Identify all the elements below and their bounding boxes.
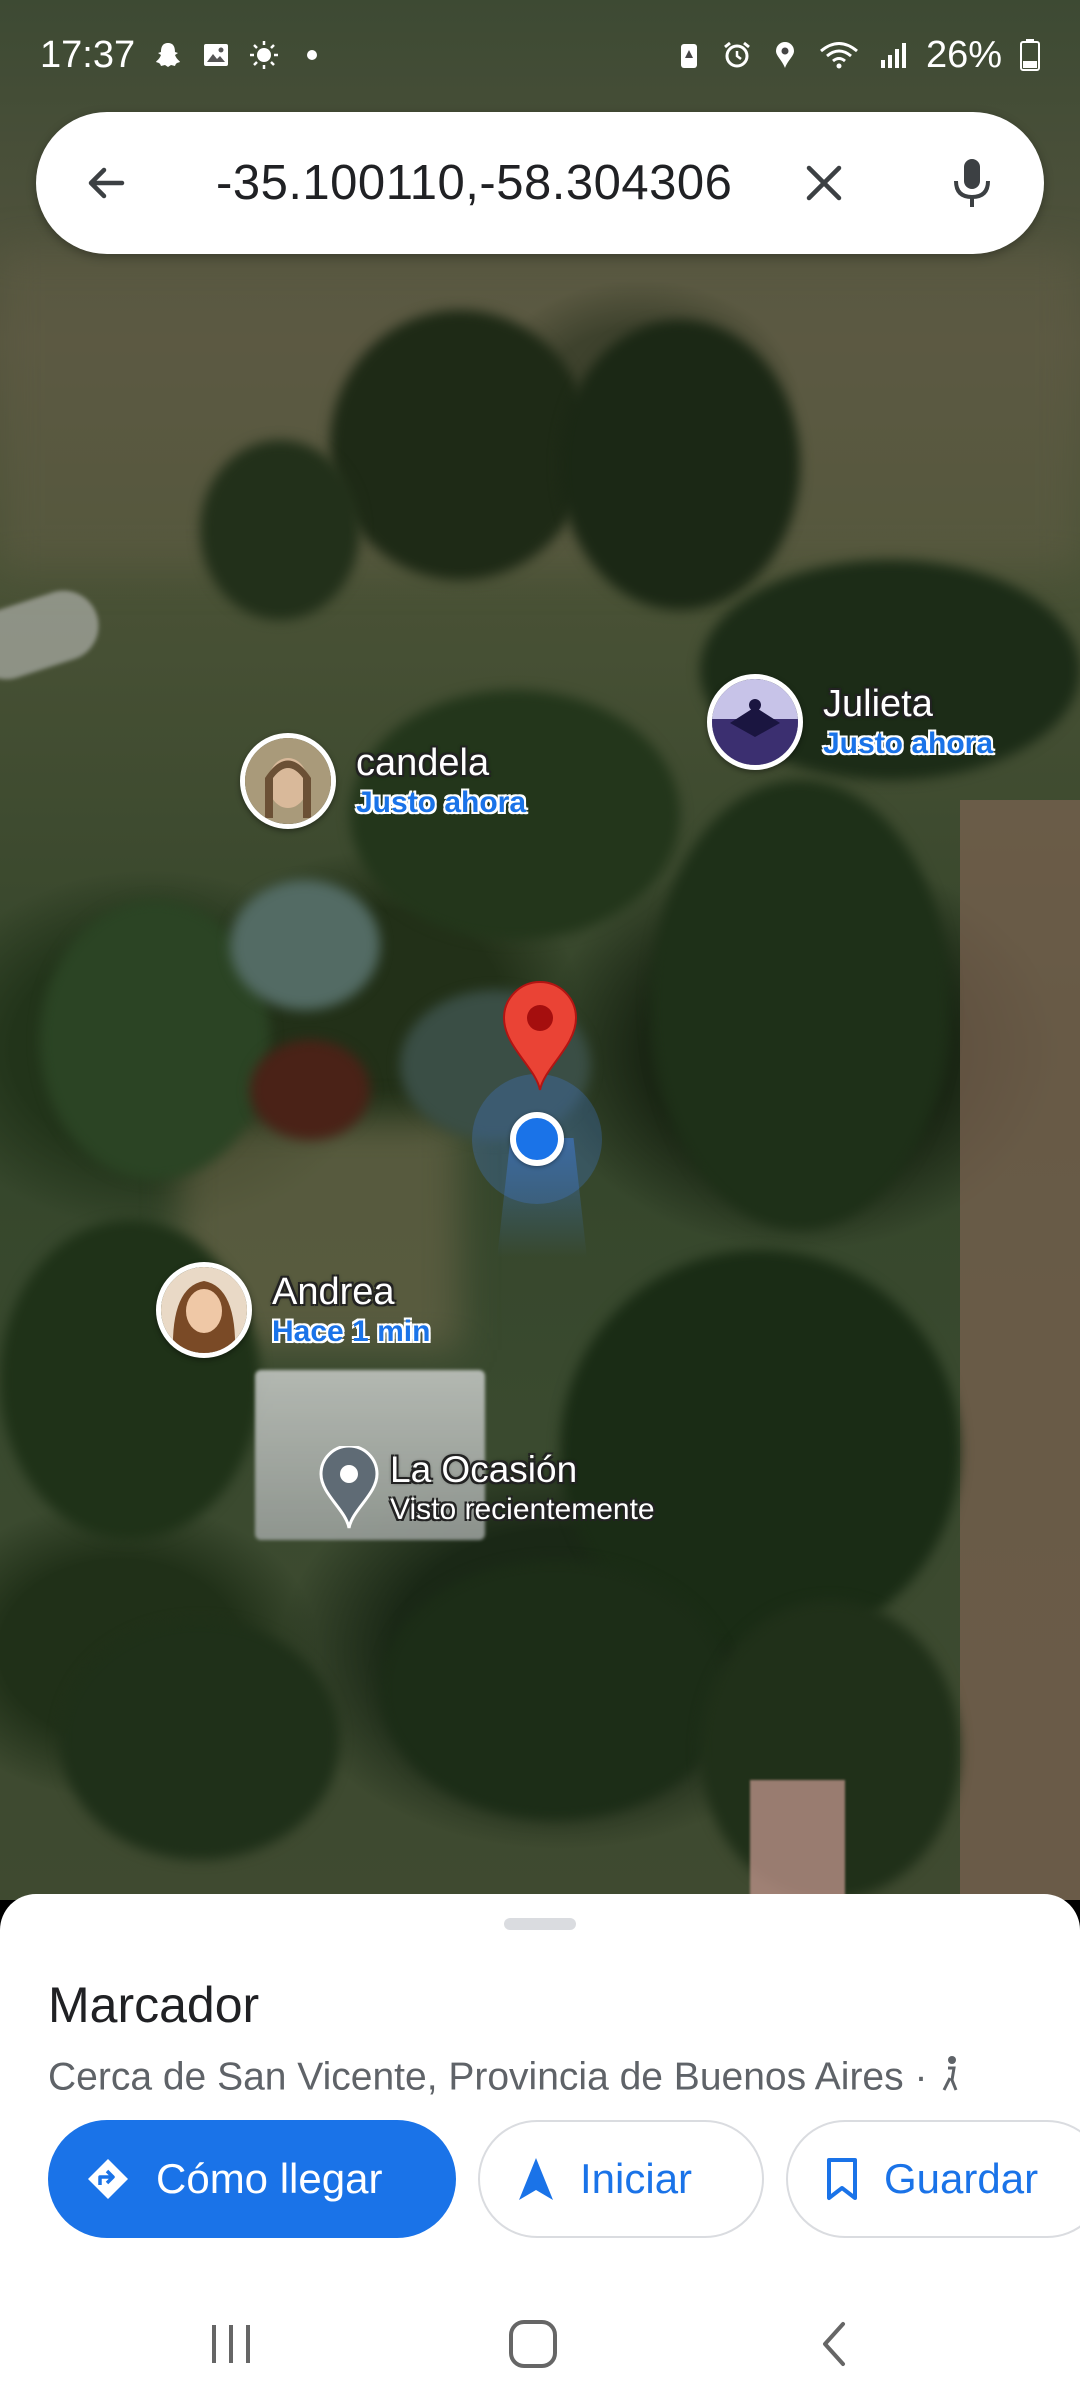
person-name: candela (356, 742, 490, 784)
search-input[interactable]: -35.100110,-58.304306 (216, 155, 732, 211)
person-name: Andrea (272, 1271, 395, 1313)
place-address: Cerca de San Vicente, Provincia de Bueno… (48, 2054, 962, 2104)
place-pin-icon[interactable] (318, 1446, 380, 1530)
image-icon (201, 40, 231, 70)
navigation-arrow-icon (519, 2158, 553, 2200)
person-last-seen: Hace 1 min (272, 1315, 431, 1348)
person-marker-candela[interactable]: candela Justo ahora (240, 733, 526, 829)
microphone-icon (954, 159, 990, 207)
status-bar: 17:37 26% (0, 0, 1080, 110)
alarm-icon (722, 40, 752, 70)
dropped-pin-icon[interactable] (500, 980, 580, 1092)
bookmark-icon (827, 2158, 857, 2200)
person-marker-julieta[interactable]: Julieta Justo ahora (707, 674, 993, 770)
avatar (707, 674, 803, 770)
arrow-back-icon (88, 167, 125, 199)
wifi-icon (818, 40, 860, 70)
place-bottom-sheet[interactable]: Marcador Cerca de San Vicente, Provincia… (0, 1894, 1080, 2400)
my-location-dot[interactable] (510, 1112, 564, 1166)
directions-icon (88, 2159, 128, 2199)
map-overlay-streak (0, 581, 108, 689)
satellite-map[interactable]: Julieta Justo ahora candela Justo ahora (0, 0, 1080, 1900)
signal-icon (878, 40, 908, 70)
close-icon (806, 165, 842, 201)
place-subtitle: Visto recientemente (390, 1493, 655, 1526)
status-time: 17:37 (40, 33, 136, 76)
person-last-seen: Justo ahora (356, 786, 527, 819)
search-bar[interactable]: -35.100110,-58.304306 (36, 112, 1044, 254)
battery-percent: 26% (925, 33, 1002, 76)
recent-apps-icon (212, 2325, 250, 2363)
place-address-text: Cerca de San Vicente, Provincia de Bueno… (48, 2055, 939, 2099)
start-navigation-button[interactable]: Iniciar (478, 2120, 764, 2238)
place-title: Marcador (48, 1977, 260, 2033)
brightness-icon (249, 40, 279, 70)
location-icon (770, 40, 800, 70)
action-buttons-row: Cómo llegar Iniciar Guardar (48, 2120, 1080, 2238)
avatar (156, 1262, 252, 1358)
travel-mode-icon (938, 2054, 962, 2104)
avatar (240, 733, 336, 829)
drag-handle[interactable] (504, 1918, 576, 1930)
system-nav-bar (0, 2284, 1080, 2400)
system-back-button[interactable] (800, 2314, 870, 2374)
person-marker-andrea[interactable]: Andrea Hace 1 min (156, 1262, 430, 1358)
recent-apps-button[interactable] (196, 2314, 266, 2374)
start-label: Iniciar (580, 2155, 693, 2202)
back-icon (823, 2322, 845, 2366)
clear-search-button[interactable] (784, 143, 864, 223)
voice-search-button[interactable] (932, 143, 1012, 223)
building-shed (750, 1780, 845, 1900)
person-name: Julieta (823, 683, 933, 725)
dot-icon (297, 40, 327, 70)
directions-button[interactable]: Cómo llegar (48, 2120, 456, 2238)
back-button[interactable] (66, 143, 146, 223)
save-label: Guardar (884, 2155, 1039, 2202)
battery-icon (1020, 39, 1040, 71)
place-label[interactable]: La Ocasión Visto recientemente (390, 1448, 655, 1528)
battery-saver-icon (674, 40, 704, 70)
place-name: La Ocasión (390, 1449, 578, 1490)
snapchat-icon (153, 40, 183, 70)
directions-label: Cómo llegar (156, 2155, 383, 2202)
home-button[interactable] (498, 2314, 568, 2374)
home-icon (509, 2320, 557, 2368)
save-button[interactable]: Guardar (786, 2120, 1080, 2238)
person-last-seen: Justo ahora (823, 727, 994, 760)
